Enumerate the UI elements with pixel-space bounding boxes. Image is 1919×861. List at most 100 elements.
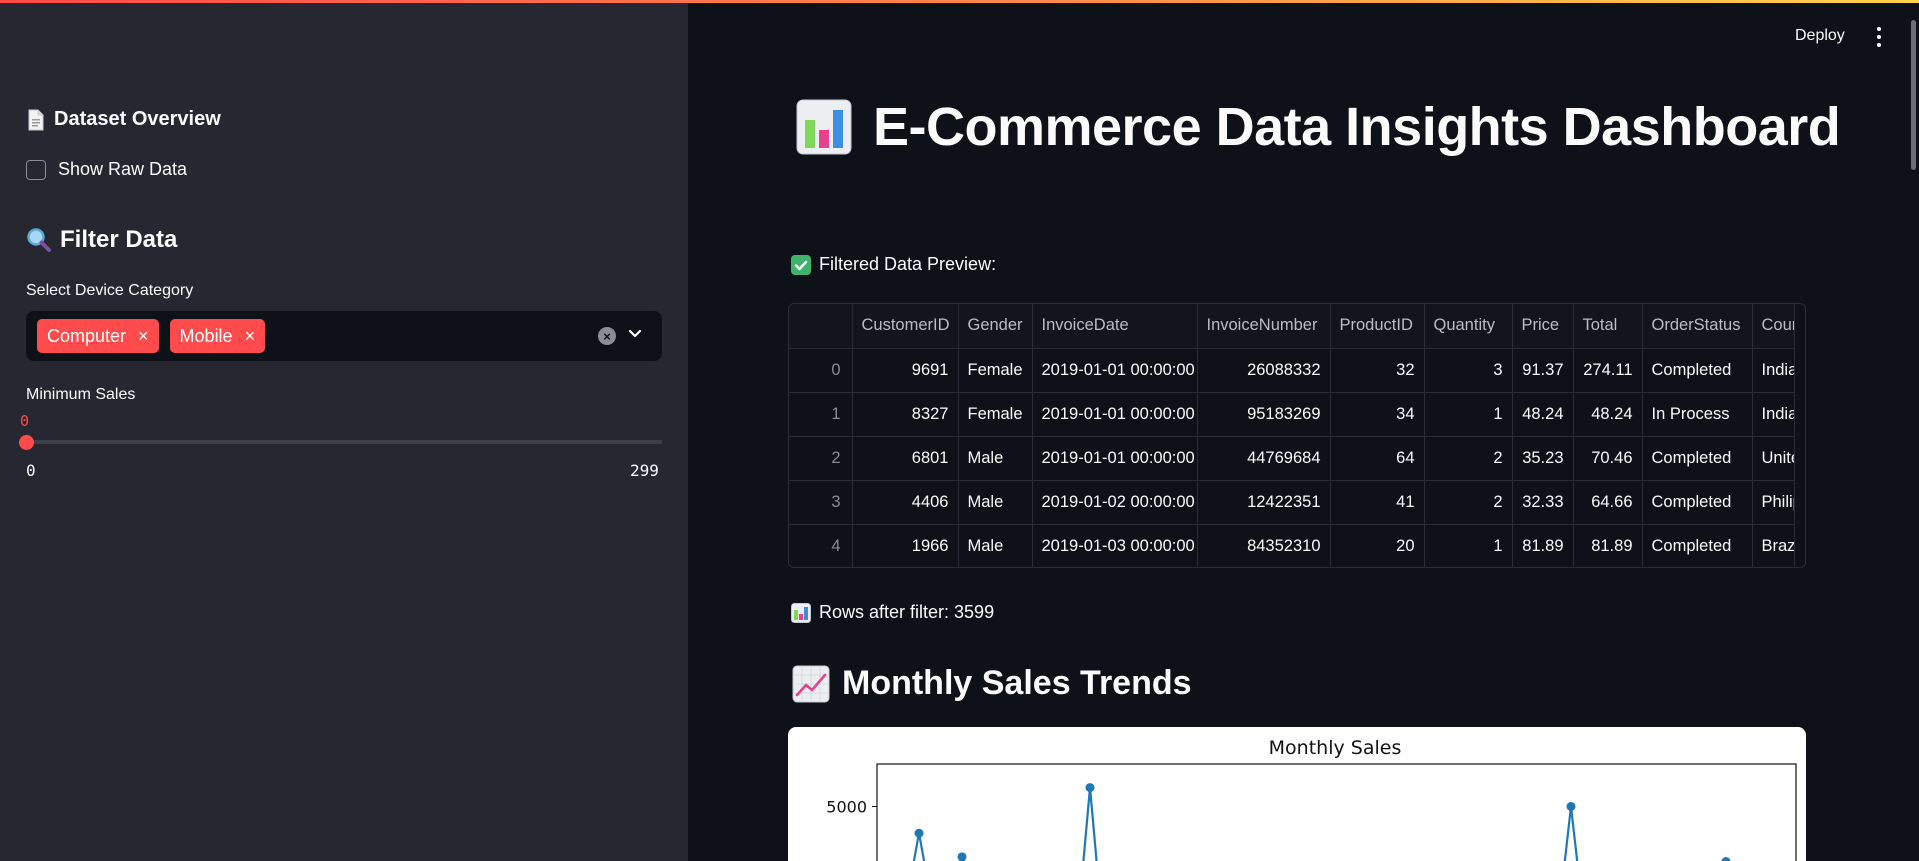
column-header[interactable]: Quantity [1424,304,1513,349]
column-header[interactable]: InvoiceNumber [1197,304,1331,349]
chip-mobile[interactable]: Mobile × [169,319,266,353]
scrollbar[interactable] [1911,20,1916,170]
remove-chip-icon[interactable]: × [245,326,256,347]
table-cell[interactable]: 2019-01-02 00:00:00 [1032,480,1198,525]
table-cell[interactable]: Male [958,436,1033,481]
clear-all-icon[interactable]: × [598,327,616,345]
data-table[interactable]: CustomerID Gender InvoiceDate InvoiceNum… [788,303,1806,568]
data-point [914,828,924,838]
table-cell[interactable]: 3 [1424,348,1513,393]
table-row: 3 4406 Male 2019-01-02 00:00:00 12422351… [789,480,1795,525]
chip-computer[interactable]: Computer × [37,319,159,353]
main-menu-icon[interactable] [1876,27,1882,47]
table-cell[interactable]: Completed [1642,348,1753,393]
column-header[interactable]: ProductID [1330,304,1425,349]
monthly-sales-chart: Monthly Sales 50004500 [788,727,1806,861]
table-cell[interactable]: Completed [1642,436,1753,481]
table-cell[interactable]: Completed [1642,524,1753,567]
data-point [957,852,967,861]
column-header[interactable]: Gender [958,304,1033,349]
minimum-sales-label: Minimum Sales [26,386,136,403]
column-header[interactable]: InvoiceDate [1032,304,1198,349]
column-header[interactable] [789,304,853,349]
table-cell[interactable]: 1 [1424,392,1513,437]
table-cell[interactable]: 2019-01-03 00:00:00 [1032,524,1198,567]
table-cell[interactable]: Philip [1752,480,1795,525]
table-cell[interactable]: 84352310 [1197,524,1331,567]
table-cell[interactable]: 91.37 [1512,348,1574,393]
document-icon [26,109,46,131]
data-point [1721,857,1731,861]
device-category-multiselect[interactable]: Computer × Mobile × × [26,311,662,361]
table-cell[interactable]: 48.24 [1573,392,1643,437]
rows-after-filter-text: Rows after filter: 3599 [819,602,995,622]
table-cell[interactable]: 81.89 [1573,524,1643,567]
table-cell[interactable]: 6801 [852,436,959,481]
show-raw-data-checkbox[interactable]: Show Raw Data [26,159,187,180]
table-cell[interactable]: India [1752,392,1795,437]
table-row: 0 9691 Female 2019-01-01 00:00:00 260883… [789,348,1795,393]
table-cell[interactable]: 64.66 [1573,480,1643,525]
table-cell[interactable]: 32.33 [1512,480,1574,525]
chevron-down-icon[interactable] [626,324,644,347]
filter-data-heading: Filter Data [26,226,177,254]
table-cell[interactable]: 64 [1330,436,1425,481]
column-header[interactable]: CustomerID [852,304,959,349]
filtered-preview-text: Filtered Data Preview: [819,254,997,274]
table-cell[interactable]: Female [958,392,1033,437]
table-cell[interactable]: Male [958,480,1033,525]
table-cell[interactable]: 2019-01-01 00:00:00 [1032,436,1198,481]
remove-chip-icon[interactable]: × [138,326,149,347]
table-cell[interactable]: Completed [1642,480,1753,525]
table-header-row: CustomerID Gender InvoiceDate InvoiceNum… [789,304,1795,349]
table-cell[interactable]: 12422351 [1197,480,1331,525]
deploy-button[interactable]: Deploy [1795,27,1845,45]
table-cell[interactable]: 1 [1424,524,1513,567]
table-cell[interactable]: 9691 [852,348,959,393]
table-cell[interactable]: India [1752,348,1795,393]
table-cell[interactable]: 20 [1330,524,1425,567]
table-cell[interactable]: 48.24 [1512,392,1574,437]
bar-chart-icon [795,98,853,156]
page-title: E-Commerce Data Insights Dashboard [795,96,1841,158]
dataset-overview-heading: Dataset Overview [26,108,221,131]
slider-min-label: 0 [26,461,36,480]
table-cell[interactable]: 32 [1330,348,1425,393]
table-cell[interactable]: 8327 [852,392,959,437]
checkbox-box[interactable] [26,159,46,180]
monthly-sales-heading-text: Monthly Sales Trends [842,664,1192,702]
table-cell[interactable]: 95183269 [1197,392,1331,437]
chart-marks [912,783,1731,861]
column-header[interactable]: Price [1512,304,1574,349]
show-raw-data-label: Show Raw Data [58,159,188,179]
table-cell[interactable]: 70.46 [1573,436,1643,481]
table-cell[interactable]: 44769684 [1197,436,1331,481]
sidebar: Dataset Overview Show Raw Data Filter Da… [0,0,688,861]
table-cell[interactable]: 4406 [852,480,959,525]
table-cell[interactable]: 81.89 [1512,524,1574,567]
table-cell[interactable]: Female [958,348,1033,393]
table-cell[interactable]: 2 [1424,436,1513,481]
data-point [1085,783,1095,793]
column-header[interactable]: Total [1573,304,1643,349]
table-cell[interactable]: 2019-01-01 00:00:00 [1032,392,1198,437]
table-cell[interactable]: Brazi [1752,524,1795,567]
table-cell[interactable]: 2019-01-01 00:00:00 [1032,348,1198,393]
series-line [912,787,1727,861]
table-cell[interactable]: Male [958,524,1033,567]
table-cell[interactable]: Unite [1752,436,1795,481]
slider-track[interactable] [26,440,662,444]
table-cell[interactable]: 1966 [852,524,959,567]
table-cell[interactable]: 26088332 [1197,348,1331,393]
table-cell[interactable]: 35.23 [1512,436,1574,481]
dataset-overview-label: Dataset Overview [54,108,221,130]
column-header[interactable]: OrderStatus [1642,304,1753,349]
table-cell[interactable]: 41 [1330,480,1425,525]
column-header[interactable]: Coun [1752,304,1795,349]
slider-thumb[interactable] [19,435,34,450]
table-cell[interactable]: 2 [1424,480,1513,525]
table-cell[interactable]: 34 [1330,392,1425,437]
table-cell[interactable]: In Process [1642,392,1753,437]
data-point [1566,801,1576,811]
table-cell[interactable]: 274.11 [1573,348,1643,393]
